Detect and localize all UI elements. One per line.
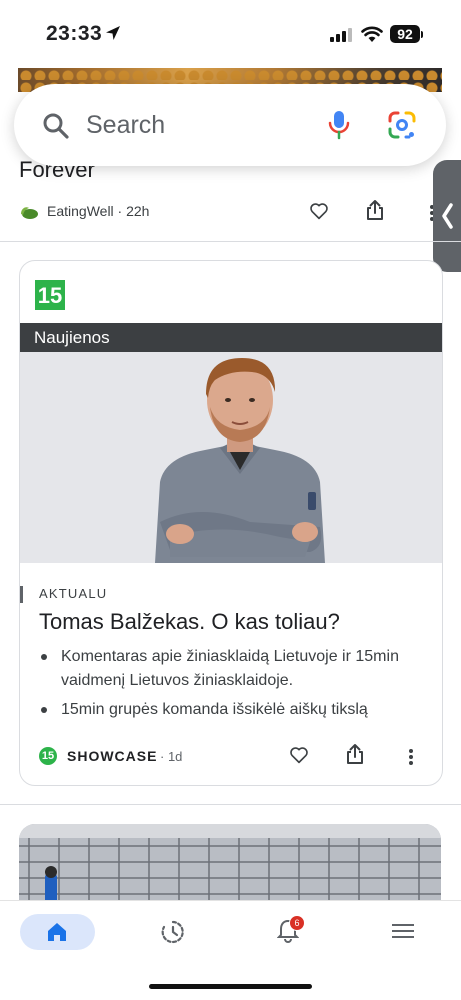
showcase-label: SHOWCASE — [67, 748, 158, 764]
article-summary-list: Komentaras apie žiniasklaidą Lietuvoje i… — [39, 645, 429, 727]
nav-home-button[interactable] — [20, 914, 95, 950]
article-kicker: AKTUALU — [39, 586, 108, 601]
share-icon[interactable] — [366, 199, 384, 221]
bullet-dot — [41, 654, 47, 660]
article-footer: 15 SHOWCASE · 1d — [39, 743, 429, 769]
battery-indicator: 92 — [390, 25, 420, 43]
menu-icon[interactable] — [392, 923, 414, 939]
summary-bullet-text: 15min grupės komanda išsikėlė aiškų tiks… — [61, 701, 368, 718]
status-time: 23:33 — [46, 22, 103, 45]
microphone-icon[interactable] — [328, 110, 350, 140]
summary-bullet: Komentaras apie žiniasklaidą Lietuvoje i… — [39, 645, 429, 693]
person-photo-illustration — [20, 352, 442, 563]
eatingwell-logo-icon — [21, 207, 38, 219]
notification-badge: 6 — [289, 915, 305, 931]
like-heart-icon[interactable] — [289, 746, 309, 764]
article-age: · 1d — [160, 749, 183, 764]
google-lens-icon[interactable] — [388, 111, 416, 139]
feed-divider — [0, 804, 461, 805]
previous-article-source: EatingWell · 22h — [47, 203, 150, 219]
publisher-badge: 15 — [39, 747, 57, 765]
search-icon — [43, 113, 69, 139]
article-headline[interactable]: Tomas Balžekas. O kas toliau? — [39, 609, 340, 635]
location-arrow-icon — [106, 26, 120, 40]
battery-tip — [421, 31, 423, 38]
publisher-logo: 15 — [35, 280, 65, 310]
kicker-accent — [20, 586, 23, 603]
chevron-left-icon — [442, 203, 453, 229]
summary-bullet-text: Komentaras apie žiniasklaidą Lietuvoje i… — [61, 648, 399, 689]
previous-article-footer: EatingWell · 22h — [19, 200, 449, 224]
like-heart-icon[interactable] — [309, 202, 329, 220]
article-card[interactable]: 15 Naujienos AKTUALU Tomas Balžekas. O k… — [19, 260, 443, 786]
recent-icon[interactable] — [160, 919, 186, 945]
category-bar: Naujienos — [20, 323, 442, 352]
home-icon — [48, 923, 66, 941]
summary-bullet: 15min grupės komanda išsikėlė aiškų tiks… — [39, 698, 429, 722]
home-indicator — [149, 984, 312, 989]
cellular-signal-icon — [330, 28, 352, 42]
bullet-dot — [41, 707, 47, 713]
search-input[interactable] — [86, 108, 306, 142]
status-bar: 23:33 92 — [0, 0, 461, 68]
share-icon[interactable] — [346, 743, 364, 765]
search-bar[interactable] — [14, 84, 446, 166]
feed-divider — [0, 241, 461, 242]
article-photo[interactable] — [20, 352, 442, 563]
wifi-icon — [361, 26, 383, 42]
more-options-icon[interactable] — [408, 748, 414, 766]
